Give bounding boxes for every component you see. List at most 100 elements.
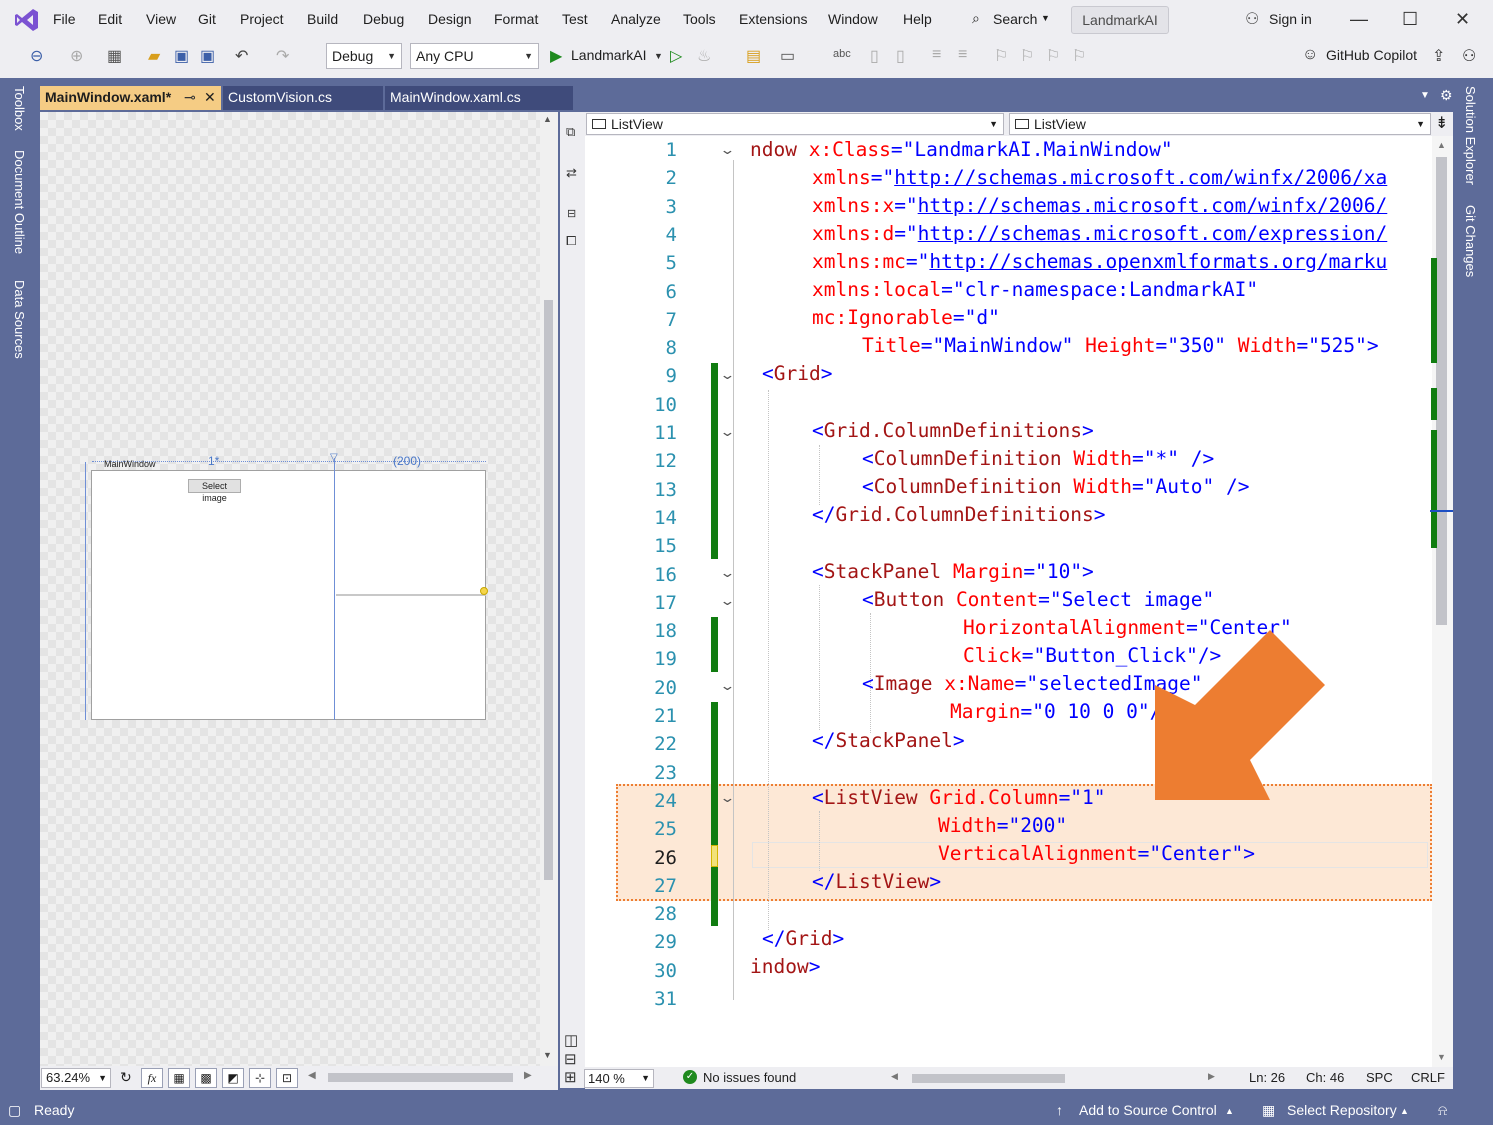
collapse-icon[interactable]: ⌄ <box>719 424 735 440</box>
code-link[interactable]: http://schemas.openxmlformats.org/marku <box>929 250 1387 273</box>
column-divider[interactable] <box>334 458 335 720</box>
menu-test[interactable]: Test <box>562 11 588 27</box>
design-pane-icon[interactable]: ⧉ <box>566 124 575 140</box>
start-debug-icon[interactable]: ▶ <box>550 46 562 66</box>
menu-tools[interactable]: Tools <box>683 11 716 27</box>
collapse-icon[interactable]: ⌄ <box>719 678 735 694</box>
menu-design[interactable]: Design <box>428 11 472 27</box>
new-item-icon[interactable]: ▦ <box>107 46 122 66</box>
issues-status[interactable]: No issues found <box>703 1070 796 1085</box>
undo-icon[interactable]: ↶ <box>235 46 248 66</box>
uncomment-icon[interactable]: ▯ <box>896 46 905 66</box>
column-size-star[interactable]: 1* <box>208 454 219 468</box>
designer-zoom-select[interactable]: 63.24% ▼ <box>41 1068 111 1088</box>
collapse-icon[interactable]: ⌄ <box>719 593 735 609</box>
editor-zoom-select[interactable]: 140 % ▼ <box>584 1069 654 1088</box>
adorner-handle[interactable] <box>480 587 488 595</box>
scroll-left-icon[interactable]: ◀ <box>891 1071 898 1082</box>
vertical-split-icon[interactable]: ◫ <box>564 1031 578 1049</box>
scroll-left-icon[interactable]: ◀ <box>308 1070 316 1081</box>
swap-panes-icon[interactable]: ⇄ <box>566 165 577 181</box>
configuration-select[interactable]: Debug ▼ <box>326 43 402 69</box>
next-bookmark-icon[interactable]: ⚐ <box>1046 46 1060 66</box>
gear-icon[interactable]: ⚙ <box>1440 87 1453 104</box>
column-size-fixed[interactable]: (200) <box>393 454 421 468</box>
close-tab-icon[interactable]: ✕ <box>204 86 216 108</box>
menu-project[interactable]: Project <box>240 11 284 27</box>
share-icon[interactable]: ⇪ <box>1432 46 1445 66</box>
menu-window[interactable]: Window <box>828 11 878 27</box>
menu-analyze[interactable]: Analyze <box>611 11 661 27</box>
side-tab-toolbox[interactable]: Toolbox <box>12 86 27 131</box>
bookmark-icon[interactable]: ⚐ <box>994 46 1008 66</box>
add-to-source-control-button[interactable]: Add to Source Control <box>1079 1102 1217 1118</box>
forward-icon[interactable]: ⊕ <box>70 46 83 66</box>
code-link[interactable]: http://schemas.microsoft.com/expression/ <box>918 222 1388 245</box>
prev-bookmark-icon[interactable]: ⚐ <box>1020 46 1034 66</box>
save-icon[interactable]: ▣ <box>174 46 189 66</box>
comment-icon[interactable]: ▯ <box>870 46 879 66</box>
copilot-button[interactable]: GitHub Copilot <box>1326 47 1417 63</box>
platform-select[interactable]: Any CPU ▼ <box>410 43 539 69</box>
scroll-down-icon[interactable]: ▼ <box>543 1050 552 1060</box>
snap-grid-icon[interactable]: ▩ <box>195 1068 217 1088</box>
collapse-pane-icon[interactable]: ⊟ <box>567 207 576 220</box>
save-all-icon[interactable]: ▣ <box>200 46 215 66</box>
collapse-icon[interactable]: ⌄ <box>719 790 735 806</box>
notifications-icon[interactable]: ⍾ <box>1438 1102 1447 1119</box>
designer-scroll-thumb[interactable] <box>544 300 553 880</box>
tab-list-icon[interactable]: ▼ <box>1420 90 1430 101</box>
close-icon[interactable]: ✕ <box>1455 9 1470 30</box>
artboard-background-icon[interactable]: ◩ <box>222 1068 244 1088</box>
open-folder-icon[interactable]: ▰ <box>148 46 160 66</box>
menu-view[interactable]: View <box>146 11 176 27</box>
tab-mainwindow-xaml[interactable]: MainWindow.xaml* ⊸ ✕ <box>40 86 221 110</box>
line-indicator[interactable]: Ln: 26 <box>1249 1070 1285 1085</box>
popout-pane-icon[interactable]: ⧠ <box>566 233 576 249</box>
back-icon[interactable]: ⊖ <box>30 46 43 66</box>
pin-icon[interactable]: ⊸ <box>184 86 196 108</box>
device-preview-icon[interactable]: ⊡ <box>276 1068 298 1088</box>
browse-icon[interactable]: ▤ <box>746 46 761 66</box>
indent-icon[interactable]: ≡ <box>932 46 941 64</box>
side-tab-data-sources[interactable]: Data Sources <box>12 280 27 359</box>
scroll-down-icon[interactable]: ▼ <box>1437 1052 1446 1062</box>
select-image-button-preview[interactable]: Select image <box>188 479 241 503</box>
member-select[interactable]: ListView ▼ <box>1009 113 1431 135</box>
minimize-icon[interactable]: — <box>1350 9 1368 30</box>
scroll-right-icon[interactable]: ▶ <box>1208 1071 1215 1082</box>
collapse-icon[interactable]: ⌄ <box>719 367 735 383</box>
menu-format[interactable]: Format <box>494 11 538 27</box>
layout-icon[interactable]: ▭ <box>780 46 795 66</box>
expand-pane-icon[interactable]: ⊞ <box>564 1068 577 1086</box>
menu-edit[interactable]: Edit <box>98 11 122 27</box>
side-tab-solution-explorer[interactable]: Solution Explorer <box>1463 86 1478 185</box>
start-without-debug-icon[interactable]: ▷ <box>670 46 682 66</box>
hot-reload-icon[interactable]: ♨ <box>697 46 711 66</box>
code-link[interactable]: http://schemas.microsoft.com/winfx/2006/ <box>918 194 1388 217</box>
designer-horizontal-scroll-thumb[interactable] <box>328 1073 513 1082</box>
visual-studio-logo-icon[interactable] <box>14 7 40 33</box>
scroll-right-icon[interactable]: ▶ <box>524 1070 532 1081</box>
scroll-up-icon[interactable]: ▲ <box>1437 140 1446 150</box>
collapse-icon[interactable]: ⌄ <box>719 142 735 158</box>
side-tab-git-changes[interactable]: Git Changes <box>1463 205 1478 277</box>
spellcheck-icon[interactable]: abc <box>833 48 851 60</box>
clear-bookmarks-icon[interactable]: ⚐ <box>1072 46 1086 66</box>
listview-outline[interactable] <box>336 594 486 596</box>
menu-git[interactable]: Git <box>198 11 216 27</box>
maximize-icon[interactable]: ☐ <box>1402 9 1418 30</box>
feedback-icon[interactable]: ⚇ <box>1462 46 1476 66</box>
snap-lines-icon[interactable]: ⊹ <box>249 1068 271 1088</box>
code-horizontal-scroll-thumb[interactable] <box>912 1074 1065 1083</box>
element-scope-select[interactable]: ListView ▼ <box>586 113 1004 135</box>
menu-extensions[interactable]: Extensions <box>739 11 807 27</box>
effects-button[interactable]: fx <box>141 1068 163 1088</box>
menu-debug[interactable]: Debug <box>363 11 404 27</box>
tab-customvision-cs[interactable]: CustomVision.cs <box>223 86 383 110</box>
horizontal-split-icon[interactable]: ⊟ <box>564 1050 577 1068</box>
outdent-icon[interactable]: ≡ <box>958 46 967 64</box>
search-button[interactable]: ⌕ Search ▼ <box>960 8 1060 32</box>
column-indicator[interactable]: Ch: 46 <box>1306 1070 1344 1085</box>
sign-in-link[interactable]: Sign in <box>1269 11 1312 27</box>
